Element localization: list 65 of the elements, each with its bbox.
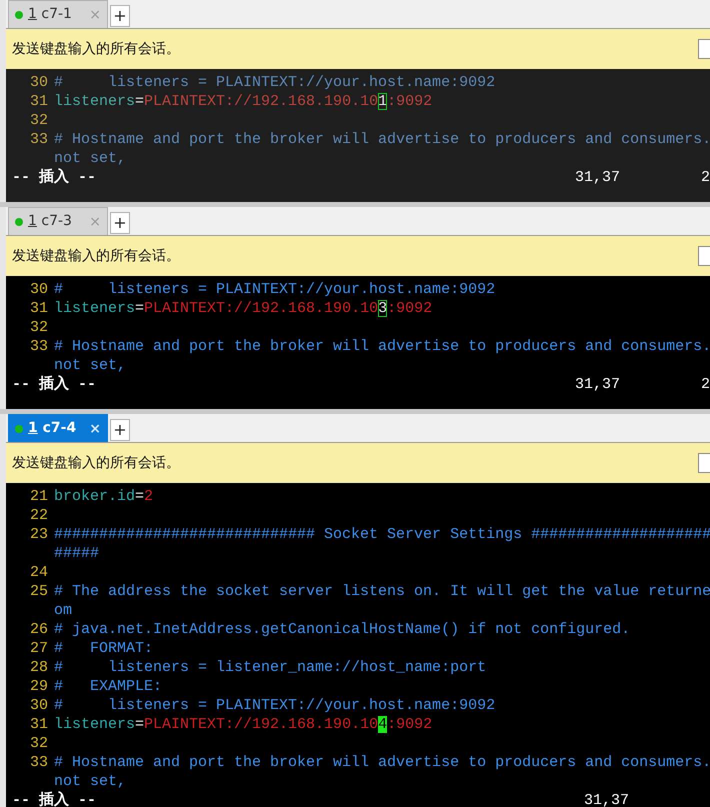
mode-indicator: -- 插入 -- bbox=[11, 791, 96, 807]
code-line: # listeners = PLAINTEXT://your.host.name:9092 bbox=[54, 73, 496, 92]
new-tab-button[interactable]: + bbox=[110, 419, 130, 441]
code-line: ##### bbox=[54, 544, 100, 563]
broadcast-label: 发送键盘输入的所有会话。 bbox=[12, 40, 180, 58]
code-line: # FORMAT: bbox=[54, 639, 154, 658]
line-number: 33 bbox=[28, 130, 49, 149]
code-line: listeners=PLAINTEXT://192.168.190.101:9092 bbox=[54, 92, 432, 111]
line-number: 30 bbox=[28, 696, 49, 715]
line-number: 33 bbox=[28, 753, 49, 772]
cursor-position: 31,37 bbox=[584, 791, 630, 807]
code-line: # EXAMPLE: bbox=[54, 677, 162, 696]
session-tab[interactable]: 1 c7-1 × bbox=[8, 0, 108, 28]
line-number: 32 bbox=[28, 318, 49, 337]
line-number: 27 bbox=[28, 639, 49, 658]
scroll-percent: 2 bbox=[700, 168, 710, 187]
code-line: om bbox=[54, 601, 72, 620]
code-line: # Hostname and port the broker will advertise to producers and consumers. bbox=[54, 753, 710, 772]
line-number: 23 bbox=[28, 525, 49, 544]
code-line: not set, bbox=[54, 356, 126, 375]
line-number: 32 bbox=[28, 734, 49, 753]
line-number: 26 bbox=[28, 620, 49, 639]
line-number: 31 bbox=[28, 715, 49, 734]
code-line: listeners=PLAINTEXT://192.168.190.103:9092 bbox=[54, 299, 432, 318]
code-line: # Hostname and port the broker will advertise to producers and consumers. bbox=[54, 130, 710, 149]
broadcast-label: 发送键盘输入的所有会话。 bbox=[12, 454, 180, 472]
code-line: not set, bbox=[54, 772, 126, 791]
line-number: 28 bbox=[28, 658, 49, 677]
broadcast-label: 发送键盘输入的所有会话。 bbox=[12, 246, 180, 266]
mode-indicator: -- 插入 -- bbox=[11, 168, 96, 187]
status-dot-icon bbox=[15, 424, 23, 432]
broadcast-checkbox[interactable] bbox=[698, 453, 710, 473]
line-number: 22 bbox=[28, 506, 49, 525]
status-dot-icon bbox=[15, 218, 23, 226]
line-number: 32 bbox=[28, 111, 49, 130]
status-dot-icon bbox=[15, 10, 23, 18]
line-number: 31 bbox=[28, 299, 49, 318]
line-number: 33 bbox=[28, 337, 49, 356]
broadcast-checkbox[interactable] bbox=[698, 246, 710, 266]
mode-indicator: -- 插入 -- bbox=[11, 375, 96, 394]
cursor-position: 31,37 bbox=[574, 375, 621, 394]
close-icon[interactable]: × bbox=[89, 422, 101, 436]
session-tab[interactable]: 1 c7-4 × bbox=[8, 414, 108, 442]
session-tab[interactable]: 1 c7-3 × bbox=[8, 207, 108, 235]
code-line: # listeners = PLAINTEXT://your.host.name:9092 bbox=[54, 696, 496, 715]
scroll-percent: 2 bbox=[700, 375, 710, 394]
code-line: # The address the socket server listens on. It will get the value returne bbox=[54, 582, 710, 601]
new-tab-button[interactable]: + bbox=[110, 212, 130, 234]
broadcast-checkbox[interactable] bbox=[698, 39, 710, 59]
line-number: 29 bbox=[28, 677, 49, 696]
line-number: 31 bbox=[28, 92, 49, 111]
line-number: 30 bbox=[28, 280, 49, 299]
code-line: # listeners = listener_name://host_name:port bbox=[54, 658, 486, 677]
code-line: # Hostname and port the broker will advertise to producers and consumers. bbox=[54, 337, 710, 356]
code-line: # listeners = PLAINTEXT://your.host.name:9092 bbox=[54, 280, 496, 299]
code-line: # java.net.InetAddress.getCanonicalHostName() if not configured. bbox=[54, 620, 630, 639]
line-number: 25 bbox=[28, 582, 49, 601]
cursor-position: 31,37 bbox=[574, 168, 621, 187]
line-number: 30 bbox=[28, 73, 49, 92]
new-tab-button[interactable]: + bbox=[110, 5, 130, 27]
line-number: 24 bbox=[28, 563, 49, 582]
code-line: broker.id=2 bbox=[54, 487, 154, 506]
code-line: listeners=PLAINTEXT://192.168.190.104:9092 bbox=[54, 715, 432, 734]
code-line: not set, bbox=[54, 149, 126, 168]
line-number: 21 bbox=[28, 487, 49, 506]
